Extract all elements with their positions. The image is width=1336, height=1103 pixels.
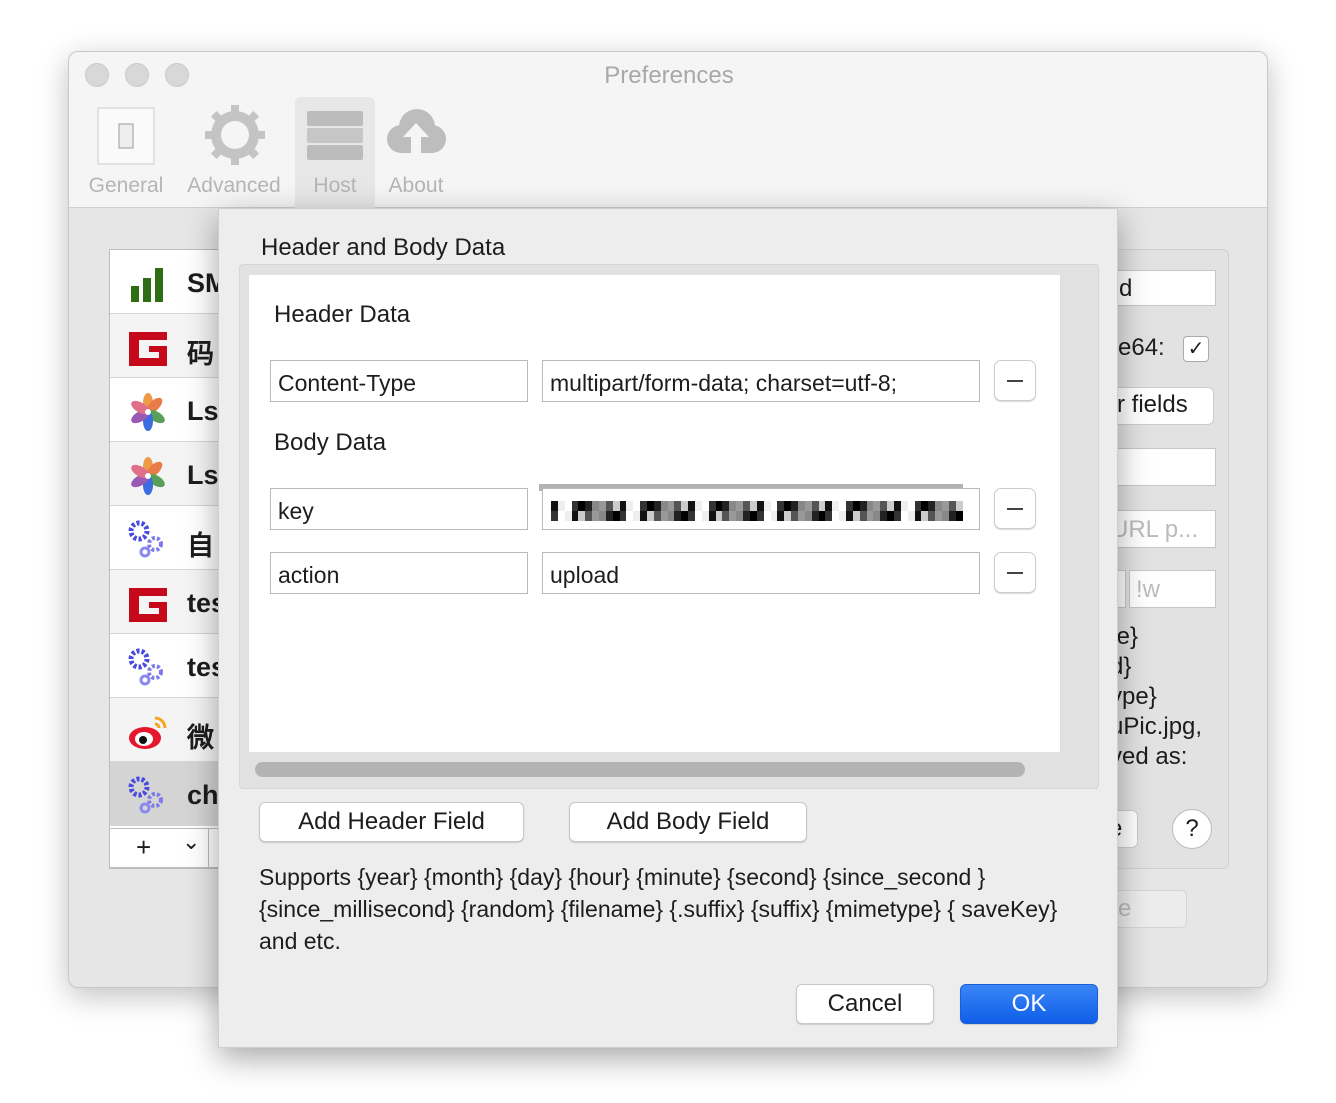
- gear-icon: [205, 105, 265, 165]
- host-settings-panel: d e64: ✓ r fields URL p... !w te} d} ype…: [1102, 249, 1229, 869]
- info-text: te} d} ype} uPic.jpg, ved as:: [1110, 622, 1202, 772]
- add-host-button[interactable]: +: [136, 832, 151, 863]
- list-item[interactable]: tes: [110, 634, 226, 698]
- list-item-label: ch: [187, 780, 219, 810]
- header-body-dialog: Header and Body Data Header Data Content…: [218, 208, 1118, 1048]
- ok-button[interactable]: OK: [960, 984, 1098, 1024]
- g-logo-icon: [129, 332, 167, 366]
- list-item-label: 微: [187, 723, 214, 753]
- flower-icon: [131, 457, 165, 495]
- info-line: ved as:: [1110, 743, 1188, 770]
- tab-advanced[interactable]: Advanced: [181, 97, 287, 208]
- body-value-input-redacted[interactable]: [542, 488, 980, 530]
- body-value-input[interactable]: upload: [542, 552, 980, 594]
- header-section-title: Header Data: [274, 301, 411, 328]
- add-body-field-button[interactable]: Add Body Field: [569, 802, 807, 842]
- remove-header-button[interactable]: [994, 360, 1036, 401]
- info-line: te}: [1110, 623, 1139, 650]
- body-key-input[interactable]: key: [270, 488, 528, 530]
- tab-label: General: [88, 174, 164, 197]
- info-line: ype}: [1110, 683, 1157, 710]
- list-item[interactable]: 微: [110, 698, 222, 762]
- tab-general[interactable]: General: [81, 97, 171, 208]
- base64-checkbox[interactable]: ✓: [1183, 336, 1209, 362]
- gears-icon: [128, 648, 163, 686]
- fields-content: Header Data Content-Type multipart/form-…: [249, 275, 1061, 752]
- list-item[interactable]: ch: [110, 762, 222, 826]
- header-value-input[interactable]: multipart/form-data; charset=utf-8;: [542, 360, 980, 402]
- gears-icon: [128, 776, 163, 814]
- divider: [208, 829, 209, 867]
- suffix-field[interactable]: !w: [1129, 570, 1216, 608]
- help-button[interactable]: ?: [1172, 809, 1212, 849]
- cloud-upload-icon: [387, 109, 446, 153]
- chevron-down-icon[interactable]: ⌄: [182, 829, 200, 855]
- base64-label: e64:: [1118, 334, 1165, 361]
- url-field[interactable]: URL p...: [1110, 510, 1216, 548]
- list-item-label: 自: [187, 531, 214, 561]
- disabled-button[interactable]: e: [1109, 890, 1187, 928]
- tab-label: Host: [313, 174, 357, 197]
- weibo-icon: [129, 716, 167, 749]
- tab-label: Advanced: [187, 174, 281, 197]
- flower-icon: [131, 393, 165, 431]
- cancel-button[interactable]: Cancel: [796, 984, 934, 1024]
- text-field[interactable]: [1110, 448, 1216, 486]
- name-field[interactable]: d: [1110, 270, 1216, 306]
- server-icon: [307, 111, 363, 160]
- body-section-title: Body Data: [274, 429, 387, 456]
- list-item[interactable]: 自: [110, 506, 222, 570]
- dialog-title: Header and Body Data: [261, 234, 506, 261]
- list-item[interactable]: Ls: [110, 378, 222, 442]
- list-toolbar: + ⌄: [109, 828, 221, 868]
- info-line: uPic.jpg,: [1110, 713, 1203, 740]
- gears-icon: [128, 520, 163, 558]
- toolbar: Preferences General Advanced Host About: [69, 52, 1267, 208]
- list-item-label: 码: [187, 339, 214, 369]
- fields-scroll-view[interactable]: Header Data Content-Type multipart/form-…: [239, 264, 1099, 789]
- tab-label: About: [388, 174, 444, 197]
- g-logo-icon: [129, 588, 167, 622]
- header-key-input[interactable]: Content-Type: [270, 360, 528, 402]
- switch-icon: [97, 107, 155, 165]
- help-text: Supports {year} {month} {day} {hour} {mi…: [259, 864, 1058, 954]
- list-item[interactable]: 码: [110, 314, 222, 378]
- list-item-label: Ls: [187, 396, 219, 426]
- tab-about[interactable]: About: [381, 97, 451, 208]
- add-header-field-button[interactable]: Add Header Field: [259, 802, 524, 842]
- horizontal-scrollbar[interactable]: [255, 762, 1025, 777]
- redacted-value: [551, 501, 963, 521]
- info-line: d}: [1110, 653, 1132, 680]
- remove-body-button[interactable]: [994, 552, 1036, 593]
- tab-host[interactable]: Host: [295, 97, 375, 208]
- body-key-input[interactable]: action: [270, 552, 528, 594]
- fields-button[interactable]: r fields: [1102, 387, 1214, 425]
- remove-body-button[interactable]: [994, 488, 1036, 529]
- list-item[interactable]: Ls: [110, 442, 222, 506]
- list-item[interactable]: SM: [110, 250, 228, 314]
- list-item[interactable]: tes: [110, 570, 226, 634]
- host-list[interactable]: SM 码 Ls Ls 自 tes tes 微 ch: [109, 249, 228, 869]
- bar-chart-icon: [131, 268, 163, 302]
- list-item-label: Ls: [187, 460, 219, 490]
- window-title: Preferences: [604, 62, 734, 89]
